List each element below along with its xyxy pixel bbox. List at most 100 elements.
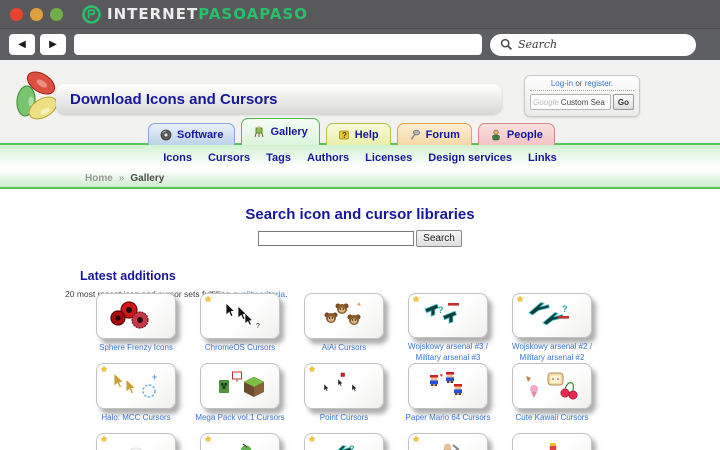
gallery-cell: ★? bbox=[292, 433, 396, 450]
halo-thumbnail: + bbox=[105, 371, 167, 401]
nav-link-icons[interactable]: Icons bbox=[163, 152, 192, 164]
card-label[interactable]: Wojskowy arsenal #3 / Military arsenal #… bbox=[399, 342, 497, 363]
gallery-card[interactable]: ★ bbox=[304, 363, 384, 409]
svg-text:+: + bbox=[152, 372, 157, 382]
google-go-button[interactable]: Go bbox=[612, 94, 634, 110]
gallery-cell bbox=[500, 433, 604, 450]
browser-toolbar: ◀ ▶ Search bbox=[0, 28, 720, 60]
gallery-cell: ★? ChromeOS Cursors bbox=[188, 293, 292, 363]
gallery-card[interactable]: ♥ bbox=[408, 363, 488, 409]
library-search-form: Search bbox=[0, 230, 720, 247]
nav-link-cursors[interactable]: Cursors bbox=[208, 152, 250, 164]
featured-star-icon: ★ bbox=[100, 364, 109, 374]
gallery-card[interactable]: ★? bbox=[304, 433, 384, 450]
nav-link-links[interactable]: Links bbox=[528, 152, 557, 164]
nav-link-tags[interactable]: Tags bbox=[266, 152, 291, 164]
tab-help[interactable]: ? Help bbox=[325, 123, 391, 145]
back-button[interactable]: ◀ bbox=[9, 34, 35, 55]
featured-star-icon: ★ bbox=[516, 294, 525, 304]
svg-text:?: ? bbox=[342, 131, 347, 140]
nav-link-design-services[interactable]: Design services bbox=[428, 152, 512, 164]
tab-forum[interactable]: Forum bbox=[396, 123, 472, 145]
card-label[interactable]: Cute Kawaii Cursors bbox=[503, 413, 601, 423]
card-label[interactable]: Mega Pack vol.1 Cursors bbox=[191, 413, 289, 423]
search-libraries-heading: Search icon and cursor libraries bbox=[245, 206, 475, 223]
browser-window: INTERNETPASOAPASO ◀ ▶ Search Download Ic… bbox=[0, 0, 720, 450]
featured-star-icon: ★ bbox=[412, 434, 421, 444]
google-custom-search-input[interactable]: Google Custom Sea bbox=[530, 94, 611, 110]
site-tabs: Software Gallery ? Help Forum People bbox=[148, 118, 555, 145]
google-query-text: Custom Sea bbox=[560, 97, 605, 107]
library-search-input[interactable] bbox=[258, 231, 415, 246]
featured-star-icon: ★ bbox=[308, 364, 317, 374]
back-arrow-icon: ◀ bbox=[18, 39, 26, 50]
login-link[interactable]: Log-in bbox=[551, 79, 573, 88]
card-label[interactable]: Point Cursors bbox=[295, 413, 393, 423]
internetpasoapaso-logo: INTERNETPASOAPASO bbox=[82, 4, 308, 24]
card-label[interactable]: Halo: MCC Cursors bbox=[87, 413, 185, 423]
gallery-cell: ★? Wojskowy arsenal #3 / Military arsenal… bbox=[396, 293, 500, 363]
gallery-card[interactable]: ★? bbox=[408, 293, 488, 339]
gallery-cell: ★ Point Cursors bbox=[292, 363, 396, 433]
google-watermark: Google bbox=[533, 97, 559, 107]
gallery-card[interactable] bbox=[512, 433, 592, 450]
gallery-card[interactable]: ★? bbox=[200, 293, 280, 339]
address-bar[interactable] bbox=[74, 34, 482, 55]
featured-star-icon: ★ bbox=[100, 434, 109, 444]
tab-people[interactable]: People bbox=[477, 123, 555, 145]
tab-software-label: Software bbox=[177, 128, 224, 141]
monkeys-thumbnail bbox=[313, 301, 375, 331]
partial4-thumbnail bbox=[417, 441, 479, 450]
partial2-thumbnail bbox=[209, 441, 271, 450]
gallery-card[interactable]: ★ + bbox=[96, 363, 176, 409]
page-title-bar: Download Icons and Cursors bbox=[56, 84, 502, 114]
brand-ring-icon bbox=[82, 4, 101, 24]
minimize-window-icon[interactable] bbox=[30, 7, 43, 21]
gallery-card[interactable]: ★? bbox=[512, 293, 592, 339]
latest-grid: Sphere Frenzy Icons ★? ChromeOS Cursors AiA… bbox=[84, 293, 604, 450]
close-window-icon[interactable] bbox=[10, 7, 23, 21]
card-label[interactable]: ChromeOS Cursors bbox=[191, 343, 289, 353]
login-line: Log-in or register. bbox=[530, 79, 634, 88]
tab-gallery[interactable]: Gallery bbox=[241, 118, 320, 145]
maximize-window-icon[interactable] bbox=[50, 7, 63, 21]
forward-arrow-icon: ▶ bbox=[49, 39, 57, 50]
gallery-card[interactable] bbox=[304, 293, 384, 339]
brand-text-accent: PASOAPASO bbox=[198, 4, 308, 23]
breadcrumb-home-link[interactable]: Home bbox=[85, 173, 113, 184]
card-label[interactable]: AiAi Cursors bbox=[295, 343, 393, 353]
gallery-card[interactable] bbox=[96, 293, 176, 339]
gallery-easel-icon bbox=[253, 126, 265, 138]
card-label[interactable]: Wojskowy arsenal #2 / Military arsenal #… bbox=[503, 342, 601, 363]
nav-link-licenses[interactable]: Licenses bbox=[365, 152, 412, 164]
gallery-card[interactable]: ★ bbox=[96, 433, 176, 450]
register-link[interactable]: register. bbox=[585, 79, 613, 88]
browser-search-box[interactable]: Search bbox=[490, 33, 696, 56]
cursors-black-thumbnail: ? bbox=[209, 301, 271, 331]
latest-additions-heading: Latest additions bbox=[80, 269, 176, 283]
partial5-thumbnail bbox=[521, 441, 583, 450]
gallery-cell: ★ bbox=[84, 433, 188, 450]
tab-software[interactable]: Software bbox=[148, 123, 236, 145]
login-or-text: or bbox=[575, 79, 583, 88]
gallery-cell: ♥ Paper Mario 64 Cursors bbox=[396, 363, 500, 433]
site-logo[interactable] bbox=[12, 70, 62, 127]
gallery-card[interactable] bbox=[512, 363, 592, 409]
library-search-button[interactable]: Search bbox=[416, 230, 462, 247]
pistols-thumbnail: ? bbox=[417, 301, 479, 331]
gallery-cell: Mega Pack vol.1 Cursors bbox=[188, 363, 292, 433]
main-content: Search icon and cursor libraries Search … bbox=[0, 189, 720, 450]
forum-microphone-icon bbox=[409, 129, 421, 141]
forward-button[interactable]: ▶ bbox=[40, 34, 66, 55]
gallery-card[interactable]: ★ bbox=[200, 433, 280, 450]
card-label[interactable]: Sphere Frenzy Icons bbox=[87, 343, 185, 353]
svg-text:?: ? bbox=[349, 444, 355, 450]
gallery-card[interactable] bbox=[200, 363, 280, 409]
svg-text:?: ? bbox=[256, 323, 260, 330]
card-label[interactable]: Paper Mario 64 Cursors bbox=[399, 413, 497, 423]
tab-people-label: People bbox=[506, 128, 543, 141]
nav-link-authors[interactable]: Authors bbox=[307, 152, 349, 164]
svg-text:?: ? bbox=[562, 304, 568, 314]
gallery-card[interactable]: ★ bbox=[408, 433, 488, 450]
breadcrumb-separator: » bbox=[118, 173, 125, 184]
